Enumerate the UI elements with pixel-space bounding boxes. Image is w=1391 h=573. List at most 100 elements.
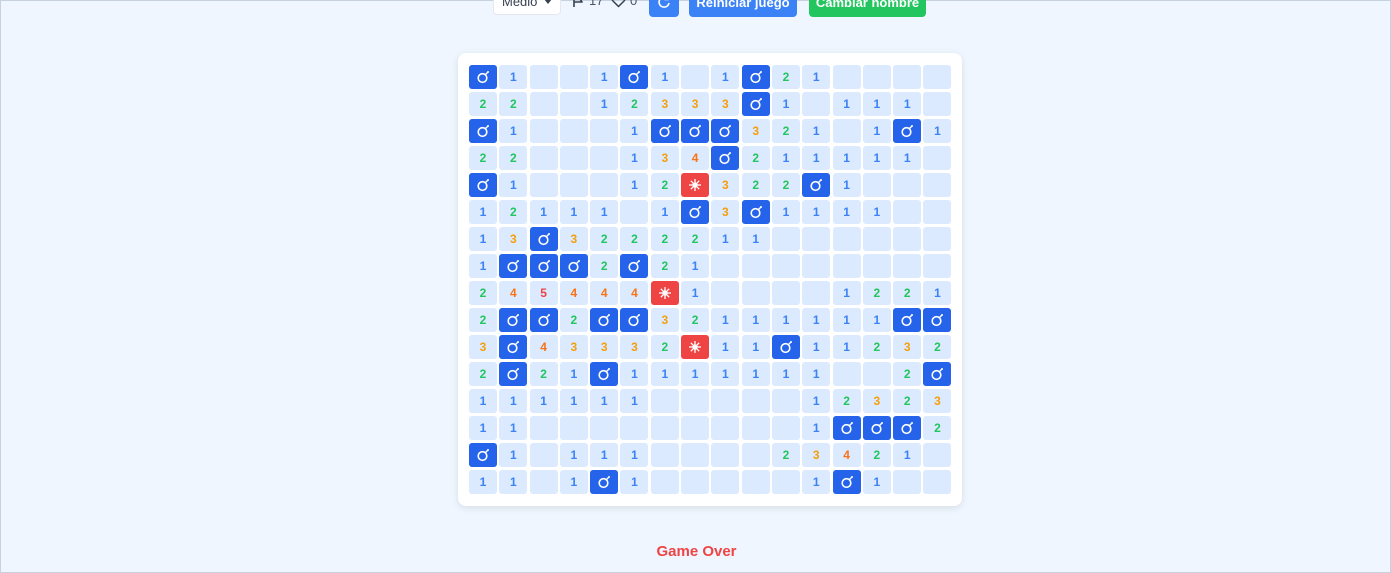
- number-cell[interactable]: 3: [650, 92, 679, 116]
- number-cell[interactable]: 1: [559, 443, 588, 467]
- empty-cell[interactable]: [620, 416, 649, 440]
- empty-cell[interactable]: [832, 227, 861, 251]
- empty-cell[interactable]: [681, 416, 710, 440]
- mine-cell[interactable]: [893, 416, 922, 440]
- mine-cell[interactable]: [590, 470, 619, 494]
- number-cell[interactable]: 1: [469, 416, 497, 440]
- number-cell[interactable]: 1: [499, 65, 528, 89]
- number-cell[interactable]: 1: [802, 335, 831, 359]
- mine-cell[interactable]: [862, 416, 891, 440]
- number-cell[interactable]: 2: [832, 389, 861, 413]
- number-cell[interactable]: 4: [559, 281, 588, 305]
- number-cell[interactable]: 3: [741, 119, 770, 143]
- number-cell[interactable]: 1: [620, 362, 649, 386]
- number-cell[interactable]: 1: [590, 200, 619, 224]
- number-cell[interactable]: 1: [469, 389, 497, 413]
- empty-cell[interactable]: [590, 416, 619, 440]
- hint-button[interactable]: [649, 0, 679, 17]
- number-cell[interactable]: 1: [862, 119, 891, 143]
- empty-cell[interactable]: [771, 227, 800, 251]
- number-cell[interactable]: 1: [771, 200, 800, 224]
- number-cell[interactable]: 1: [832, 281, 861, 305]
- number-cell[interactable]: 4: [499, 281, 528, 305]
- mine-cell[interactable]: [620, 65, 649, 89]
- mine-cell[interactable]: [499, 254, 528, 278]
- empty-cell[interactable]: [529, 443, 558, 467]
- number-cell[interactable]: 3: [862, 389, 891, 413]
- empty-cell[interactable]: [771, 389, 800, 413]
- mine-cell[interactable]: [620, 308, 649, 332]
- number-cell[interactable]: 1: [832, 308, 861, 332]
- empty-cell[interactable]: [529, 119, 558, 143]
- mine-cell[interactable]: [529, 254, 558, 278]
- mine-cell[interactable]: [832, 416, 861, 440]
- number-cell[interactable]: 1: [832, 173, 861, 197]
- number-cell[interactable]: 4: [529, 335, 558, 359]
- number-cell[interactable]: 1: [559, 362, 588, 386]
- number-cell[interactable]: 4: [620, 281, 649, 305]
- empty-cell[interactable]: [681, 470, 710, 494]
- number-cell[interactable]: 1: [802, 470, 831, 494]
- number-cell[interactable]: 2: [893, 362, 922, 386]
- mine-cell[interactable]: [499, 335, 528, 359]
- mine-cell[interactable]: [711, 146, 740, 170]
- empty-cell[interactable]: [681, 389, 710, 413]
- number-cell[interactable]: 1: [681, 281, 710, 305]
- empty-cell[interactable]: [923, 173, 952, 197]
- empty-cell[interactable]: [923, 470, 952, 494]
- number-cell[interactable]: 5: [529, 281, 558, 305]
- number-cell[interactable]: 1: [650, 65, 679, 89]
- number-cell[interactable]: 2: [862, 281, 891, 305]
- number-cell[interactable]: 3: [681, 92, 710, 116]
- number-cell[interactable]: 2: [923, 416, 952, 440]
- number-cell[interactable]: 2: [559, 308, 588, 332]
- number-cell[interactable]: 2: [590, 254, 619, 278]
- number-cell[interactable]: 1: [771, 362, 800, 386]
- number-cell[interactable]: 1: [771, 146, 800, 170]
- empty-cell[interactable]: [559, 65, 588, 89]
- number-cell[interactable]: 1: [802, 362, 831, 386]
- empty-cell[interactable]: [650, 470, 679, 494]
- mine-cell[interactable]: [802, 173, 831, 197]
- mine-cell[interactable]: [559, 254, 588, 278]
- number-cell[interactable]: 1: [802, 389, 831, 413]
- number-cell[interactable]: 2: [681, 227, 710, 251]
- mine-cell[interactable]: [741, 65, 770, 89]
- number-cell[interactable]: 1: [832, 146, 861, 170]
- number-cell[interactable]: 2: [469, 308, 497, 332]
- number-cell[interactable]: 1: [529, 200, 558, 224]
- empty-cell[interactable]: [771, 470, 800, 494]
- mine-cell[interactable]: [469, 443, 497, 467]
- number-cell[interactable]: 1: [741, 227, 770, 251]
- number-cell[interactable]: 1: [893, 443, 922, 467]
- number-cell[interactable]: 3: [711, 92, 740, 116]
- empty-cell[interactable]: [893, 173, 922, 197]
- empty-cell[interactable]: [650, 443, 679, 467]
- empty-cell[interactable]: [559, 416, 588, 440]
- exploded-mine-cell[interactable]: [650, 281, 679, 305]
- empty-cell[interactable]: [741, 416, 770, 440]
- number-cell[interactable]: 1: [590, 65, 619, 89]
- number-cell[interactable]: 1: [741, 335, 770, 359]
- number-cell[interactable]: 4: [590, 281, 619, 305]
- number-cell[interactable]: 2: [499, 92, 528, 116]
- number-cell[interactable]: 1: [469, 227, 497, 251]
- empty-cell[interactable]: [711, 281, 740, 305]
- difficulty-select[interactable]: Medio: [493, 0, 561, 15]
- mine-cell[interactable]: [469, 119, 497, 143]
- number-cell[interactable]: 1: [862, 92, 891, 116]
- number-cell[interactable]: 1: [771, 92, 800, 116]
- number-cell[interactable]: 2: [650, 335, 679, 359]
- number-cell[interactable]: 1: [590, 443, 619, 467]
- mine-cell[interactable]: [923, 308, 952, 332]
- empty-cell[interactable]: [741, 281, 770, 305]
- number-cell[interactable]: 1: [923, 281, 952, 305]
- number-cell[interactable]: 3: [620, 335, 649, 359]
- number-cell[interactable]: 1: [499, 470, 528, 494]
- empty-cell[interactable]: [559, 173, 588, 197]
- number-cell[interactable]: 3: [711, 173, 740, 197]
- mine-cell[interactable]: [499, 308, 528, 332]
- mine-cell[interactable]: [529, 227, 558, 251]
- number-cell[interactable]: 2: [620, 227, 649, 251]
- number-cell[interactable]: 2: [469, 281, 497, 305]
